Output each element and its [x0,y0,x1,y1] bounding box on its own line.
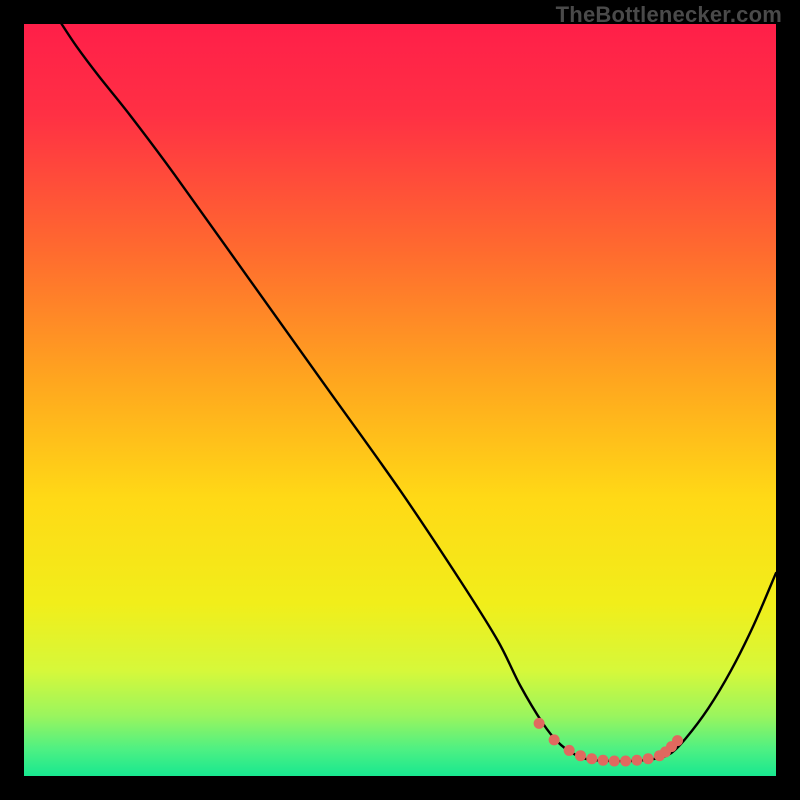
optimal-dot [534,718,545,729]
optimal-dot [620,755,631,766]
optimal-dot [564,745,575,756]
chart-svg [24,24,776,776]
optimal-dot [643,753,654,764]
optimal-dot [598,755,609,766]
optimal-dot [631,755,642,766]
gradient-background [24,24,776,776]
optimal-dot [609,755,620,766]
optimal-dot [672,735,683,746]
chart-plot-area [24,24,776,776]
optimal-dot [575,750,586,761]
optimal-dot [586,753,597,764]
optimal-dot [549,734,560,745]
watermark-text: TheBottlenecker.com [556,2,782,28]
